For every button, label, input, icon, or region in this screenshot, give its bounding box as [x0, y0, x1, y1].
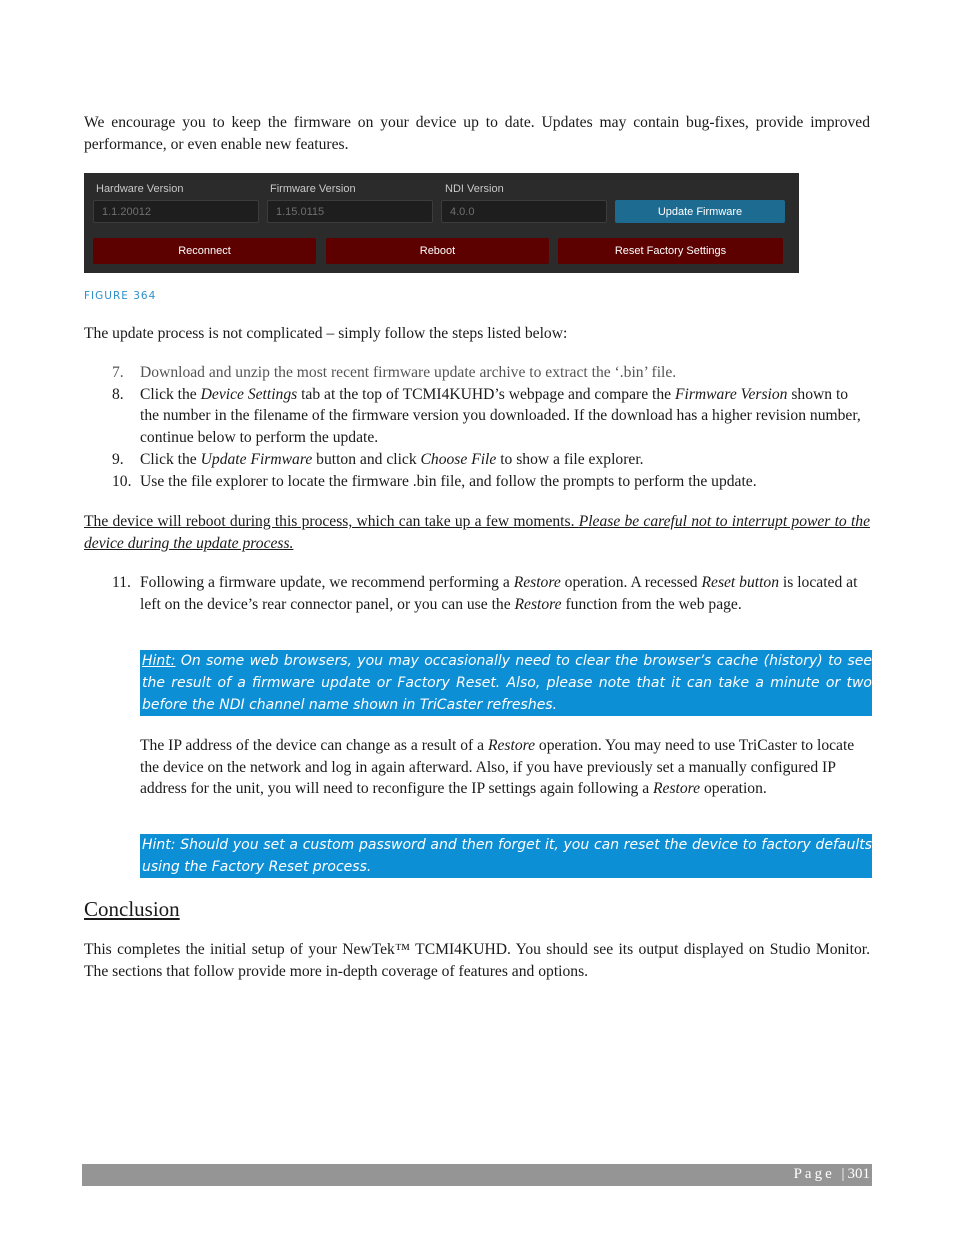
list-item: 10. Use the file explorer to locate the …: [112, 472, 757, 490]
ip-address-paragraph: The IP address of the device can change …: [140, 737, 855, 797]
intro-paragraph: We encourage you to keep the firmware on…: [84, 114, 870, 153]
hint-box-password: Hint: Should you set a custom password a…: [140, 834, 872, 878]
hint-box-cache: Hint: On some web browsers, you may occa…: [140, 650, 872, 716]
figure-caption: FIGURE 364: [84, 290, 157, 302]
ndi-version-field[interactable]: 4.0.0: [441, 200, 607, 223]
steps-intro: The update process is not complicated – …: [84, 325, 568, 342]
step-11-list: 11. Following a firmware update, we reco…: [84, 572, 870, 615]
hardware-version-field[interactable]: 1.1.20012: [93, 200, 259, 223]
list-item: 11. Following a firmware update, we reco…: [112, 574, 858, 613]
list-item: 8. Click the Device Settings tab at the …: [112, 385, 861, 447]
page-number: 301: [847, 1166, 871, 1182]
ndi-version-label: NDI Version: [445, 183, 504, 195]
page-label: Page |: [793, 1166, 848, 1182]
section-heading: Conclusion: [84, 897, 180, 921]
firmware-version-label: Firmware Version: [270, 183, 356, 195]
firmware-version-field[interactable]: 1.15.0115: [267, 200, 433, 223]
steps-list: 7. Download and unzip the most recent fi…: [84, 362, 870, 492]
update-firmware-button[interactable]: Update Firmware: [615, 200, 785, 223]
list-item: 9. Click the Update Firmware button and …: [112, 450, 644, 468]
reconnect-button[interactable]: Reconnect: [93, 238, 316, 264]
reboot-button[interactable]: Reboot: [326, 238, 549, 264]
list-item: 7. Download and unzip the most recent fi…: [112, 364, 677, 381]
page-footer: Page |301: [82, 1164, 872, 1186]
reset-factory-settings-button[interactable]: Reset Factory Settings: [558, 238, 783, 264]
firmware-panel-screenshot: Hardware Version 1.1.20012 Firmware Vers…: [84, 173, 799, 273]
conclusion-paragraph: This completes the initial setup of your…: [84, 941, 870, 980]
reboot-warning: The device will reboot during this proce…: [84, 513, 870, 552]
hardware-version-label: Hardware Version: [96, 183, 184, 195]
